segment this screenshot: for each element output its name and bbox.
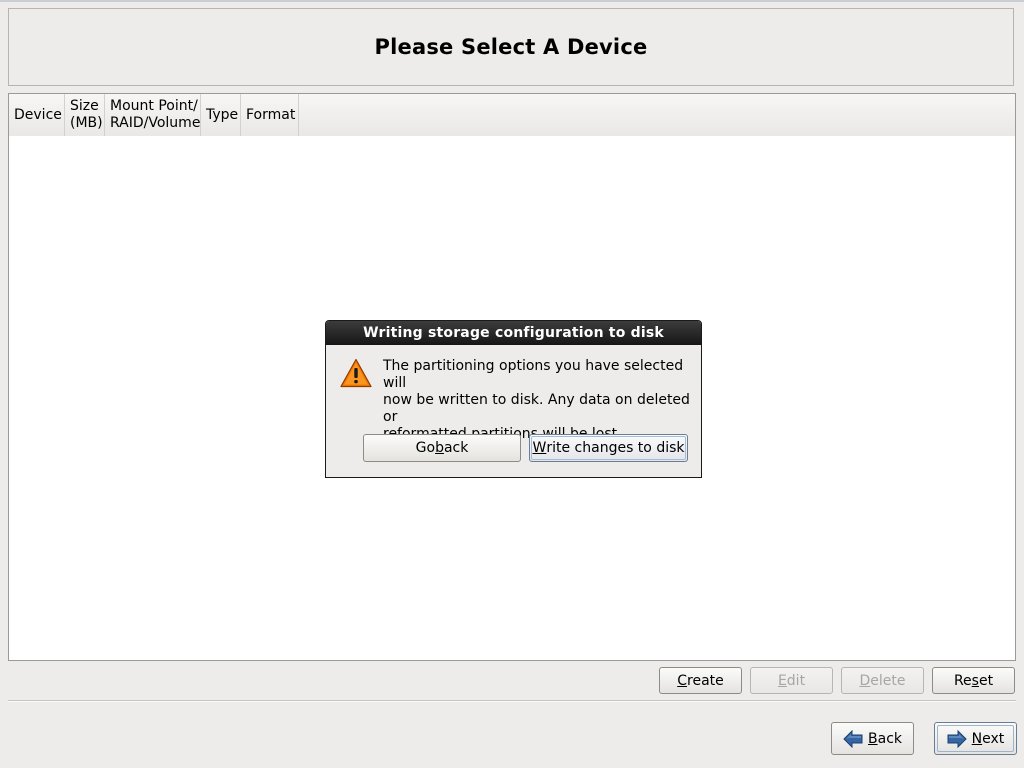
column-header-device[interactable]: Device [9,94,65,136]
edit-label-post: dit [786,672,806,689]
next-button[interactable]: Next [934,722,1017,755]
column-header-format[interactable]: Format [241,94,299,136]
top-edge-line [0,0,1024,2]
dialog-title[interactable]: Writing storage configuration to disk [326,321,701,345]
column-header-type[interactable]: Type [201,94,241,136]
delete-label-post: elete [870,672,906,689]
table-header: Device Size (MB) Mount Point/ RAID/Volum… [9,94,1015,137]
installer-window: Please Select A Device Device Size (MB) … [0,0,1024,768]
dialog-message: The partitioning options you have select… [383,358,690,442]
back-label-key: B [868,730,878,747]
reset-label-key: s [971,672,979,689]
button-separator [8,700,1016,702]
create-button[interactable]: Create [659,667,742,694]
edit-button[interactable]: Edit [750,667,833,694]
reset-button[interactable]: Re s et [932,667,1015,694]
reset-label-pre: Re [953,672,972,689]
back-arrow-icon [843,729,863,748]
reset-label-post: et [978,672,994,689]
next-arrow-icon [947,729,967,748]
write-confirm-dialog: Writing storage configuration to disk Th… [325,320,702,478]
delete-button[interactable]: Delete [841,667,924,694]
edit-label-key: E [777,672,787,689]
create-label-key: C [677,672,688,689]
write-label-post: rite changes to disk [546,440,685,456]
go-back-button[interactable]: Go b ack [363,434,521,462]
write-label-key: W [532,440,547,456]
go-back-label-post: ack [443,440,469,456]
back-label-post: ack [877,730,902,747]
page-title: Please Select A Device [374,35,648,59]
column-header-mount-point[interactable]: Mount Point/ RAID/Volume [105,94,201,136]
delete-label-key: D [859,672,871,689]
go-back-label-pre: Go [415,440,436,456]
create-label-post: reate [687,672,724,689]
next-label-key: N [971,730,983,747]
back-button[interactable]: Back [831,722,914,755]
write-changes-button[interactable]: Write changes to disk [529,434,688,462]
column-header-size[interactable]: Size (MB) [65,94,105,136]
go-back-label-key: b [435,440,444,456]
header-panel: Please Select A Device [8,8,1014,86]
next-label-post: ext [982,730,1005,747]
warning-icon [340,358,372,388]
